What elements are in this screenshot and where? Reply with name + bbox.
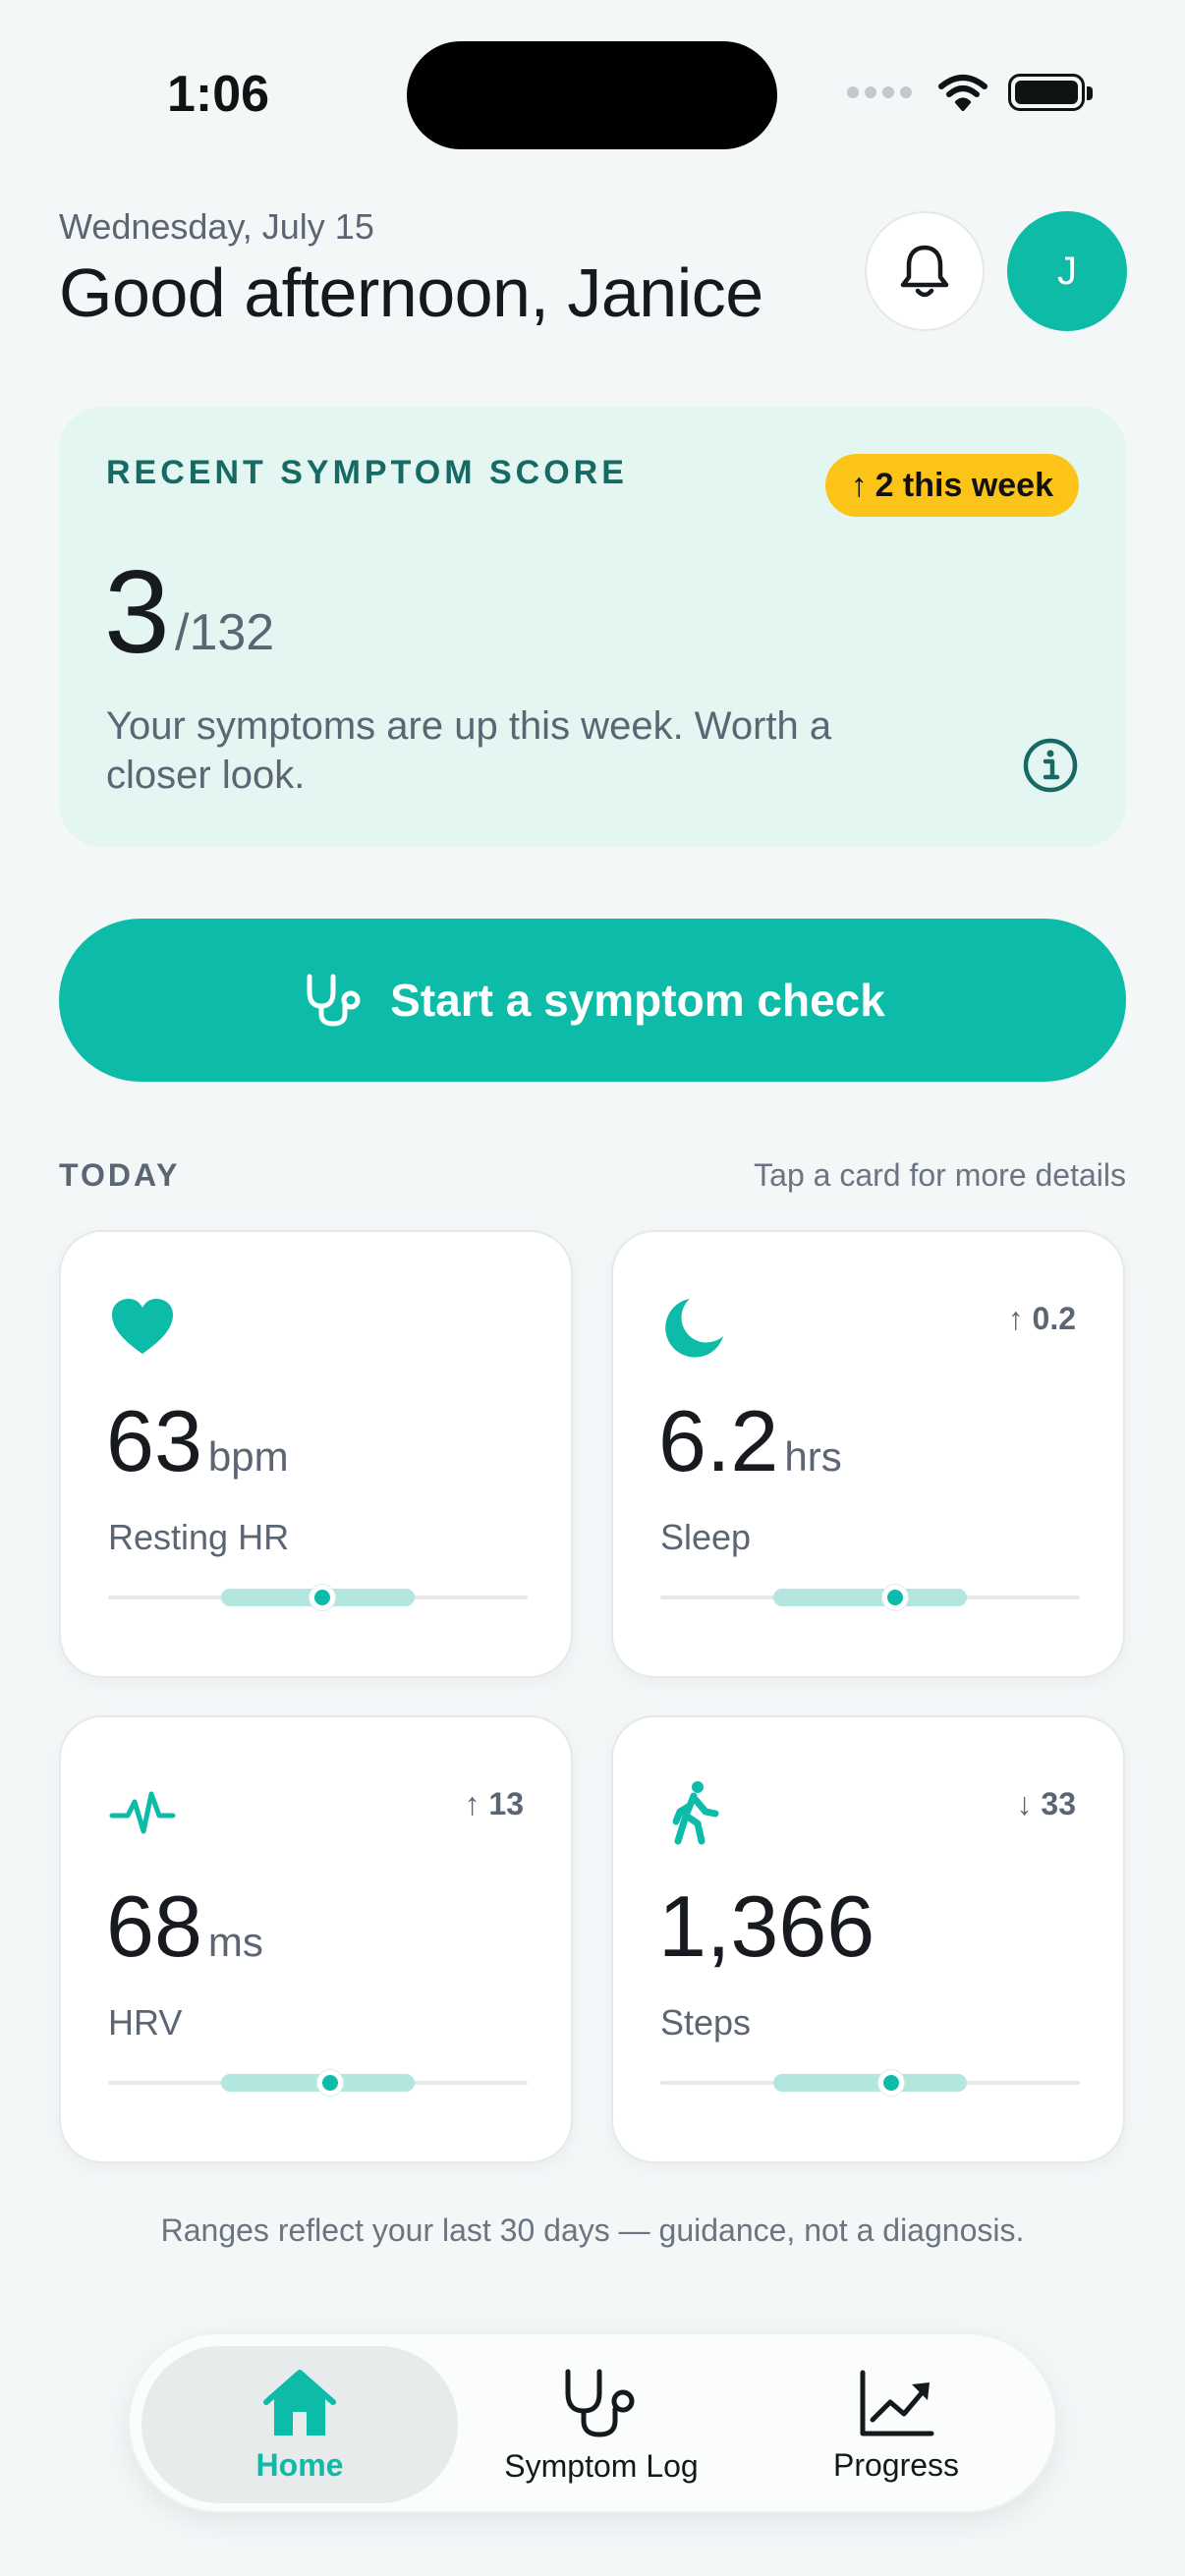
symptom-score-card[interactable]: RECENT SYMPTOM SCORE ↑ 2 this week 3 /13… bbox=[59, 407, 1126, 847]
metric-card-steps[interactable]: ↓ 33 1,366 Steps bbox=[611, 1715, 1125, 2163]
bell-icon bbox=[900, 245, 949, 298]
range-indicator bbox=[108, 2070, 528, 2096]
metric-delta: ↓ 33 bbox=[1016, 1786, 1076, 1821]
wifi-icon bbox=[938, 75, 988, 111]
range-indicator bbox=[660, 2070, 1080, 2096]
disclaimer-text: Ranges reflect your last 30 days — guida… bbox=[160, 2212, 1025, 2248]
stethoscope-icon bbox=[307, 974, 361, 1027]
notifications-button[interactable] bbox=[865, 211, 985, 331]
status-indicators bbox=[847, 73, 1093, 112]
range-marker bbox=[882, 1585, 909, 1610]
walking-icon bbox=[672, 1781, 719, 1845]
metric-card-sleep[interactable]: ↑ 0.2 6.2 hrs Sleep bbox=[611, 1230, 1125, 1678]
pulse-icon bbox=[109, 1791, 176, 1834]
nav-progress-label: Progress bbox=[832, 2446, 960, 2483]
metric-value: 68 ms bbox=[106, 1876, 263, 1977]
nav-home-label: Home bbox=[255, 2446, 344, 2483]
today-hint: Tap a card for more details bbox=[754, 1157, 1126, 1193]
metric-value: 1,366 bbox=[658, 1876, 880, 1977]
score-value: 3 bbox=[104, 546, 170, 678]
range-band bbox=[773, 2074, 967, 2092]
moon-icon bbox=[665, 1299, 723, 1358]
range-indicator bbox=[660, 1585, 1080, 1610]
metric-delta: ↑ 13 bbox=[464, 1786, 524, 1821]
cellular-signal-icon bbox=[847, 86, 912, 98]
nav-progress[interactable]: Progress bbox=[749, 2346, 1044, 2503]
dynamic-island bbox=[407, 41, 777, 149]
metric-unit: ms bbox=[207, 1919, 263, 1965]
metric-label: Resting HR bbox=[108, 1517, 290, 1557]
arrow-up-icon: ↑ bbox=[850, 466, 868, 504]
status-bar: 1:06 bbox=[0, 0, 1185, 187]
stethoscope-icon bbox=[565, 2369, 635, 2437]
battery-icon bbox=[1008, 74, 1093, 111]
greeting-title: Good afternoon, Janice bbox=[59, 254, 763, 331]
metric-card-resting-hr[interactable]: 63 bpm Resting HR bbox=[59, 1230, 573, 1678]
heart-icon bbox=[112, 1299, 173, 1354]
range-marker bbox=[309, 1585, 335, 1610]
info-icon[interactable] bbox=[1022, 737, 1079, 794]
metric-delta: ↑ 0.2 bbox=[1007, 1301, 1076, 1336]
status-time: 1:06 bbox=[167, 66, 270, 123]
score-card-label: RECENT SYMPTOM SCORE bbox=[106, 454, 628, 491]
cta-label: Start a symptom check bbox=[390, 975, 885, 1026]
metric-number: 1,366 bbox=[658, 1877, 875, 1975]
metric-unit: bpm bbox=[207, 1433, 289, 1480]
trending-chart-icon bbox=[860, 2370, 934, 2436]
score-total: /132 bbox=[175, 604, 275, 661]
metric-card-hrv[interactable]: ↑ 13 68 ms HRV bbox=[59, 1715, 573, 2163]
trend-badge-text: 2 this week bbox=[875, 466, 1053, 504]
nav-symptom-log[interactable]: Symptom Log bbox=[454, 2346, 749, 2503]
metric-label: HRV bbox=[108, 2002, 183, 2043]
metric-label: Steps bbox=[660, 2002, 752, 2043]
home-icon bbox=[263, 2369, 336, 2436]
range-band bbox=[773, 1589, 967, 1606]
metric-value: 6.2 hrs bbox=[658, 1391, 842, 1491]
start-symptom-check-button[interactable]: Start a symptom check bbox=[59, 919, 1126, 1082]
avatar[interactable]: J bbox=[1007, 211, 1127, 331]
metric-label: Sleep bbox=[660, 1517, 752, 1557]
metric-number: 6.2 bbox=[658, 1392, 779, 1489]
nav-symptom-log-label: Symptom Log bbox=[504, 2447, 699, 2484]
score-message: Your symptoms are up this week. Worth a … bbox=[106, 704, 832, 797]
nav-home[interactable]: Home bbox=[141, 2346, 458, 2503]
range-marker bbox=[317, 2070, 344, 2096]
date-label: Wednesday, July 15 bbox=[59, 206, 374, 247]
metric-value: 63 bpm bbox=[106, 1391, 289, 1491]
range-indicator bbox=[108, 1585, 528, 1610]
metric-number: 68 bbox=[106, 1877, 202, 1975]
today-section-title: TODAY bbox=[59, 1157, 181, 1193]
range-marker bbox=[877, 2070, 904, 2096]
trend-badge: ↑ 2 this week bbox=[824, 454, 1079, 517]
metric-number: 63 bbox=[106, 1392, 202, 1489]
bottom-nav: Home Symptom Log Progress bbox=[128, 2332, 1057, 2513]
metric-unit: hrs bbox=[784, 1433, 842, 1480]
